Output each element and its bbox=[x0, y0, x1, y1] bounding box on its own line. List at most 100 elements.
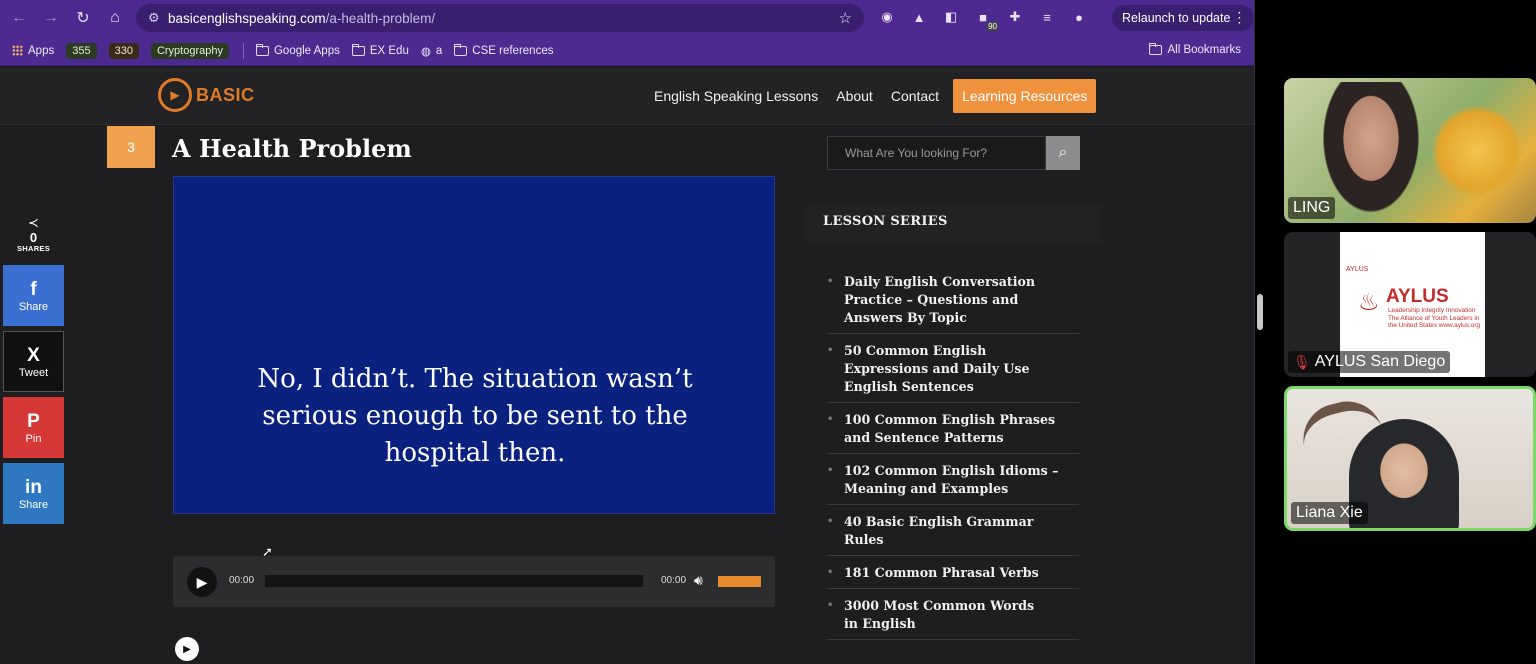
extensions-puzzle-icon[interactable]: ✚ bbox=[1004, 6, 1026, 28]
site-search: What Are You looking For? ⌕ bbox=[827, 136, 1080, 170]
forward-button[interactable]: → bbox=[36, 3, 66, 33]
menu-english-speaking-lessons[interactable]: English Speaking Lessons bbox=[654, 79, 818, 113]
participant-tile-ling[interactable]: LING bbox=[1284, 78, 1536, 223]
menu-about[interactable]: About bbox=[836, 79, 873, 113]
bookmarks-bar: Apps 355 330 Cryptography Google Apps EX… bbox=[0, 36, 1254, 66]
folder-icon bbox=[351, 43, 365, 56]
share-button-label: Pin bbox=[25, 432, 42, 445]
relaunch-button[interactable]: Relaunch to update ⋮ bbox=[1112, 5, 1254, 31]
web-page: ▶ BASIC English Speaking Lessons About C… bbox=[0, 67, 1254, 664]
audio-duration: 00:00 bbox=[661, 575, 687, 586]
profile-avatar-icon[interactable]: ● bbox=[1068, 6, 1090, 28]
apps-grid-icon bbox=[12, 45, 23, 56]
main-menu: English Speaking Lessons About Contact L… bbox=[654, 79, 1097, 113]
series-link[interactable]: 40 Basic English Grammar Rules bbox=[827, 513, 1079, 556]
bookmark-label: All Bookmarks bbox=[1167, 44, 1242, 56]
aylus-small-logo: AYLUS bbox=[1346, 266, 1369, 273]
linkedin-icon: in bbox=[25, 476, 42, 498]
bookmark-folder-ex-edu[interactable]: EX Edu bbox=[351, 43, 409, 57]
series-link[interactable]: 3000 Most Common Words in English bbox=[827, 597, 1079, 640]
bookmark-330[interactable]: 330 bbox=[108, 42, 139, 59]
menu-dots-icon[interactable]: ⋮ bbox=[1232, 9, 1246, 26]
logo-play-icon: ▶ bbox=[158, 78, 192, 112]
pinterest-pin-button[interactable]: P Pin bbox=[3, 397, 64, 458]
section-heading: LESSON SERIES bbox=[823, 214, 948, 229]
volume-slider[interactable] bbox=[718, 576, 761, 587]
page-title: A Health Problem bbox=[172, 134, 412, 163]
relaunch-label: Relaunch to update bbox=[1122, 11, 1231, 25]
bookmark-label: Apps bbox=[28, 44, 55, 57]
pinterest-icon: P bbox=[27, 410, 40, 432]
bookmark-355[interactable]: 355 bbox=[66, 42, 97, 59]
bookmark-cryptography[interactable]: Cryptography bbox=[150, 42, 229, 59]
lesson-number-badge: 3 bbox=[107, 126, 155, 168]
menu-learning-resources[interactable]: Learning Resources bbox=[953, 79, 1097, 113]
audio-player: ▶ 00:00 00:00 🔊︎ bbox=[173, 556, 775, 607]
extension-badge-count: 90 bbox=[987, 22, 998, 31]
series-link[interactable]: 50 Common English Expressions and Daily … bbox=[827, 342, 1079, 403]
bookmark-a[interactable]: ◍ a bbox=[421, 44, 442, 58]
audio-progress-bar[interactable] bbox=[265, 575, 643, 587]
volume-icon[interactable]: 🔊︎ bbox=[694, 572, 703, 589]
facebook-share-button[interactable]: f Share bbox=[3, 265, 64, 326]
screen: ← → ↻ ⌂ ⚙ basicenglishspeaking.com/a-hea… bbox=[0, 0, 1536, 664]
reload-button[interactable]: ↻ bbox=[68, 3, 98, 33]
folder-icon bbox=[255, 43, 269, 56]
facebook-icon: f bbox=[30, 278, 37, 300]
browser-toolbar: ← → ↻ ⌂ ⚙ basicenglishspeaking.com/a-hea… bbox=[0, 0, 1254, 36]
share-sidebar: ≺ 0 SHARES f Share X Tweet P Pin in Share bbox=[3, 215, 64, 529]
all-bookmarks[interactable]: All Bookmarks bbox=[1148, 43, 1242, 56]
caption-line: hospital then. bbox=[384, 438, 566, 468]
video-caption: No, I didn’t. The situation wasn’t serio… bbox=[174, 361, 776, 472]
back-button[interactable]: ← bbox=[4, 3, 34, 33]
linkedin-share-button[interactable]: in Share bbox=[3, 463, 64, 524]
bookmark-label: 355 bbox=[66, 42, 97, 59]
site-info-icon[interactable]: ⚙ bbox=[148, 10, 168, 26]
search-button[interactable]: ⌕ bbox=[1046, 136, 1080, 170]
series-link[interactable]: 102 Common English Idioms – Meaning and … bbox=[827, 462, 1079, 505]
url-path: /a-health-problem/ bbox=[325, 10, 436, 26]
bookmark-star-icon[interactable]: ☆ bbox=[839, 9, 852, 27]
audio-play-button[interactable]: ▶ bbox=[187, 567, 217, 597]
bookmarks-divider bbox=[242, 42, 244, 59]
address-bar[interactable]: ⚙ basicenglishspeaking.com/a-health-prob… bbox=[136, 4, 864, 32]
bookmark-label: Google Apps bbox=[273, 44, 340, 57]
extension-translate-icon[interactable]: ◧ bbox=[940, 6, 962, 28]
caption-line: No, I didn’t. The situation wasn’t bbox=[257, 364, 693, 394]
share-count-label: SHARES bbox=[16, 244, 51, 253]
series-link[interactable]: Daily English Conversation Practice – Qu… bbox=[827, 273, 1079, 334]
site-logo[interactable]: ▶ BASIC bbox=[158, 78, 255, 112]
caption-line: serious enough to be sent to the bbox=[262, 401, 688, 431]
share-counter: ≺ 0 SHARES bbox=[3, 215, 64, 253]
bookmark-label: EX Edu bbox=[369, 44, 409, 57]
x-tweet-button[interactable]: X Tweet bbox=[3, 331, 64, 392]
lesson-video[interactable]: No, I didn’t. The situation wasn’t serio… bbox=[173, 176, 775, 514]
share-button-label: Share bbox=[18, 300, 49, 313]
url-host: basicenglishspeaking.com bbox=[168, 10, 326, 26]
bookmark-label: Cryptography bbox=[150, 42, 229, 59]
participant-tile-aylus[interactable]: AYLUS ♨ AYLUS Leadership Integrity Innov… bbox=[1284, 232, 1536, 377]
participant-tile-liana[interactable]: Liana Xie bbox=[1284, 386, 1536, 531]
background-tree bbox=[1432, 106, 1522, 196]
menu-contact[interactable]: Contact bbox=[891, 79, 939, 113]
secondary-play-button[interactable]: ▶ bbox=[175, 637, 199, 661]
aylus-tagline: Leadership Integrity Innovation The Alli… bbox=[1388, 307, 1480, 329]
extensions-row: ◉ ▲ ◧ ■ 90 ✚ ≡ ● bbox=[876, 6, 1090, 31]
bookmark-apps[interactable]: Apps bbox=[12, 45, 54, 57]
home-button[interactable]: ⌂ bbox=[100, 3, 130, 33]
bookmark-folder-cse-references[interactable]: CSE references bbox=[454, 43, 553, 57]
participant-name: LING bbox=[1293, 199, 1331, 216]
extension-glasses-icon[interactable]: ◉ bbox=[876, 6, 898, 28]
series-link[interactable]: 181 Common Phrasal Verbs bbox=[827, 564, 1079, 589]
reading-list-icon[interactable]: ≡ bbox=[1036, 6, 1058, 28]
aylus-brand: AYLUS bbox=[1386, 286, 1449, 307]
share-button-label: Tweet bbox=[18, 366, 49, 379]
bookmark-folder-google-apps[interactable]: Google Apps bbox=[255, 43, 340, 57]
bookmark-label: 330 bbox=[108, 42, 139, 59]
search-input[interactable]: What Are You looking For? bbox=[827, 136, 1046, 170]
extension-drive-icon[interactable]: ▲ bbox=[908, 6, 930, 28]
series-link[interactable]: 100 Common English Phrases and Sentence … bbox=[827, 411, 1079, 454]
folder-icon bbox=[454, 43, 468, 56]
extension-badge-icon[interactable]: ■ 90 bbox=[972, 6, 998, 31]
scrollbar-thumb[interactable] bbox=[1257, 294, 1263, 330]
